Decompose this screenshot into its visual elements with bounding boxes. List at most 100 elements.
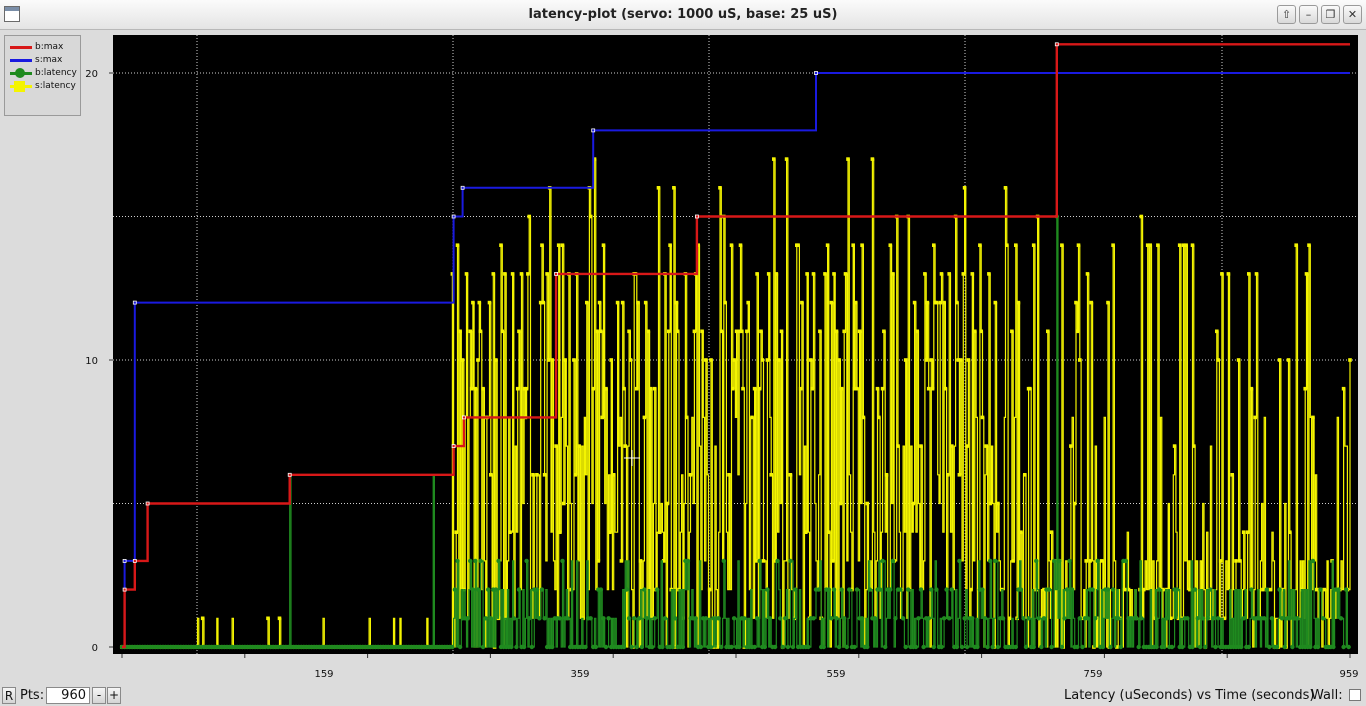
b-latency-point	[1331, 644, 1336, 650]
b-latency-point	[452, 587, 458, 592]
b-latency-point	[737, 644, 742, 650]
s-latency-point	[884, 473, 889, 477]
s-latency-point	[675, 329, 680, 334]
b-latency-point	[680, 644, 686, 650]
s-latency-point	[515, 386, 520, 391]
s-latency-point	[993, 300, 998, 305]
s-latency-point	[500, 329, 505, 334]
s-latency-point	[837, 358, 841, 362]
s-latency-point	[965, 444, 969, 448]
s-latency-point	[740, 329, 744, 334]
s-latency-point	[1177, 243, 1182, 247]
s-latency-point	[1253, 415, 1257, 420]
s-latency-point	[554, 444, 558, 448]
s-latency-point	[642, 415, 647, 420]
s-latency-point	[741, 386, 745, 391]
s-latency-point	[469, 386, 474, 391]
s-latency-point	[784, 157, 789, 161]
close-button[interactable]: ✕	[1343, 5, 1362, 24]
s-latency-point	[1286, 358, 1291, 362]
s-latency-point	[1216, 358, 1220, 362]
increase-pts-button[interactable]: +	[107, 687, 121, 704]
minimize-button[interactable]: –	[1299, 5, 1318, 24]
b-latency-point	[1195, 616, 1200, 621]
b-latency-point	[941, 616, 947, 621]
b-latency-point	[1157, 587, 1162, 592]
s-latency-point	[745, 329, 749, 334]
b-latency-point	[1277, 587, 1282, 592]
wall-checkbox[interactable]	[1349, 689, 1361, 701]
wall-label: Wall:	[1311, 688, 1343, 703]
s-latency-point	[1076, 243, 1081, 247]
s-latency-point	[766, 272, 771, 276]
latency-plot-canvas[interactable]: 159 359 559 759 959 0 10 20	[0, 30, 1366, 684]
s-latency-point	[1016, 300, 1021, 305]
b-latency-point	[962, 616, 967, 621]
legend-label-s-max: s:max	[35, 55, 63, 65]
s-latency-point	[1236, 358, 1241, 362]
s-latency-point	[535, 473, 539, 477]
bottom-toolbar: R Pts: 960 - + Latency (uSeconds) vs Tim…	[0, 684, 1366, 706]
s-latency-point	[596, 559, 601, 563]
b-latency-point	[949, 587, 954, 592]
s-latency-point	[611, 473, 616, 477]
b-latency-point	[662, 616, 668, 621]
s-latency-point	[846, 157, 850, 161]
s-latency-point	[870, 157, 875, 161]
s-latency-point	[774, 272, 779, 276]
b-latency-point	[854, 587, 860, 592]
b-latency-point	[483, 616, 488, 621]
b-latency-point	[1346, 644, 1351, 650]
b-latency-point	[457, 644, 463, 650]
s-latency-point	[1046, 329, 1050, 334]
s-latency-point	[1348, 358, 1352, 362]
s-latency-point	[738, 243, 743, 247]
b-latency-point	[816, 587, 821, 592]
b-latency-point	[872, 616, 878, 621]
b-latency-point	[1041, 616, 1047, 621]
s-latency-point	[599, 329, 603, 334]
decrease-pts-button[interactable]: -	[92, 687, 106, 704]
s-latency-point	[455, 243, 460, 247]
b-latency-point	[1190, 644, 1195, 650]
b-latency-point	[1031, 644, 1036, 650]
s-latency-point	[1184, 243, 1188, 247]
s-latency-point	[585, 300, 589, 305]
legend-item-b-latency: b:latency	[5, 67, 80, 80]
b-latency-point	[957, 558, 962, 564]
s-latency-point	[988, 501, 992, 506]
s-latency-point	[609, 358, 613, 362]
b-latency-point	[583, 644, 588, 650]
s-latency-point	[1307, 243, 1311, 247]
s-latency-point	[955, 300, 959, 305]
s-latency-point	[540, 243, 544, 247]
s-latency-point	[591, 386, 595, 391]
b-latency-point	[1075, 644, 1080, 650]
s-latency-point	[875, 386, 880, 391]
b-latency-point	[470, 587, 476, 592]
shade-button[interactable]: ⇧	[1277, 5, 1296, 24]
pts-input[interactable]: 960	[46, 687, 90, 704]
b-latency-point	[762, 644, 767, 650]
s-latency-point	[911, 501, 916, 506]
s-latency-point	[473, 386, 478, 391]
s-latency-point	[804, 530, 808, 534]
s-latency-point	[757, 386, 762, 391]
legend: b:max s:max b:latency s:latency	[4, 35, 81, 116]
b-latency-point	[1036, 616, 1042, 621]
reset-button[interactable]: R	[2, 687, 16, 704]
legend-label-b-max: b:max	[35, 42, 64, 52]
b-latency-point	[1057, 558, 1062, 564]
y-tick-label-10: 10	[85, 356, 98, 367]
b-latency-point	[1085, 616, 1090, 621]
s-latency-point	[527, 214, 531, 219]
b-latency-point	[603, 644, 609, 650]
b-latency-point	[1198, 644, 1203, 650]
maximize-button[interactable]: ❐	[1321, 5, 1340, 24]
title-bar[interactable]: latency-plot (servo: 1000 uS, base: 25 u…	[0, 0, 1366, 30]
s-latency-point	[932, 243, 936, 247]
s-latency-point	[1192, 444, 1196, 448]
b-latency-point	[1067, 558, 1072, 564]
s-latency-point	[1314, 587, 1319, 592]
s-latency-point	[458, 329, 462, 334]
